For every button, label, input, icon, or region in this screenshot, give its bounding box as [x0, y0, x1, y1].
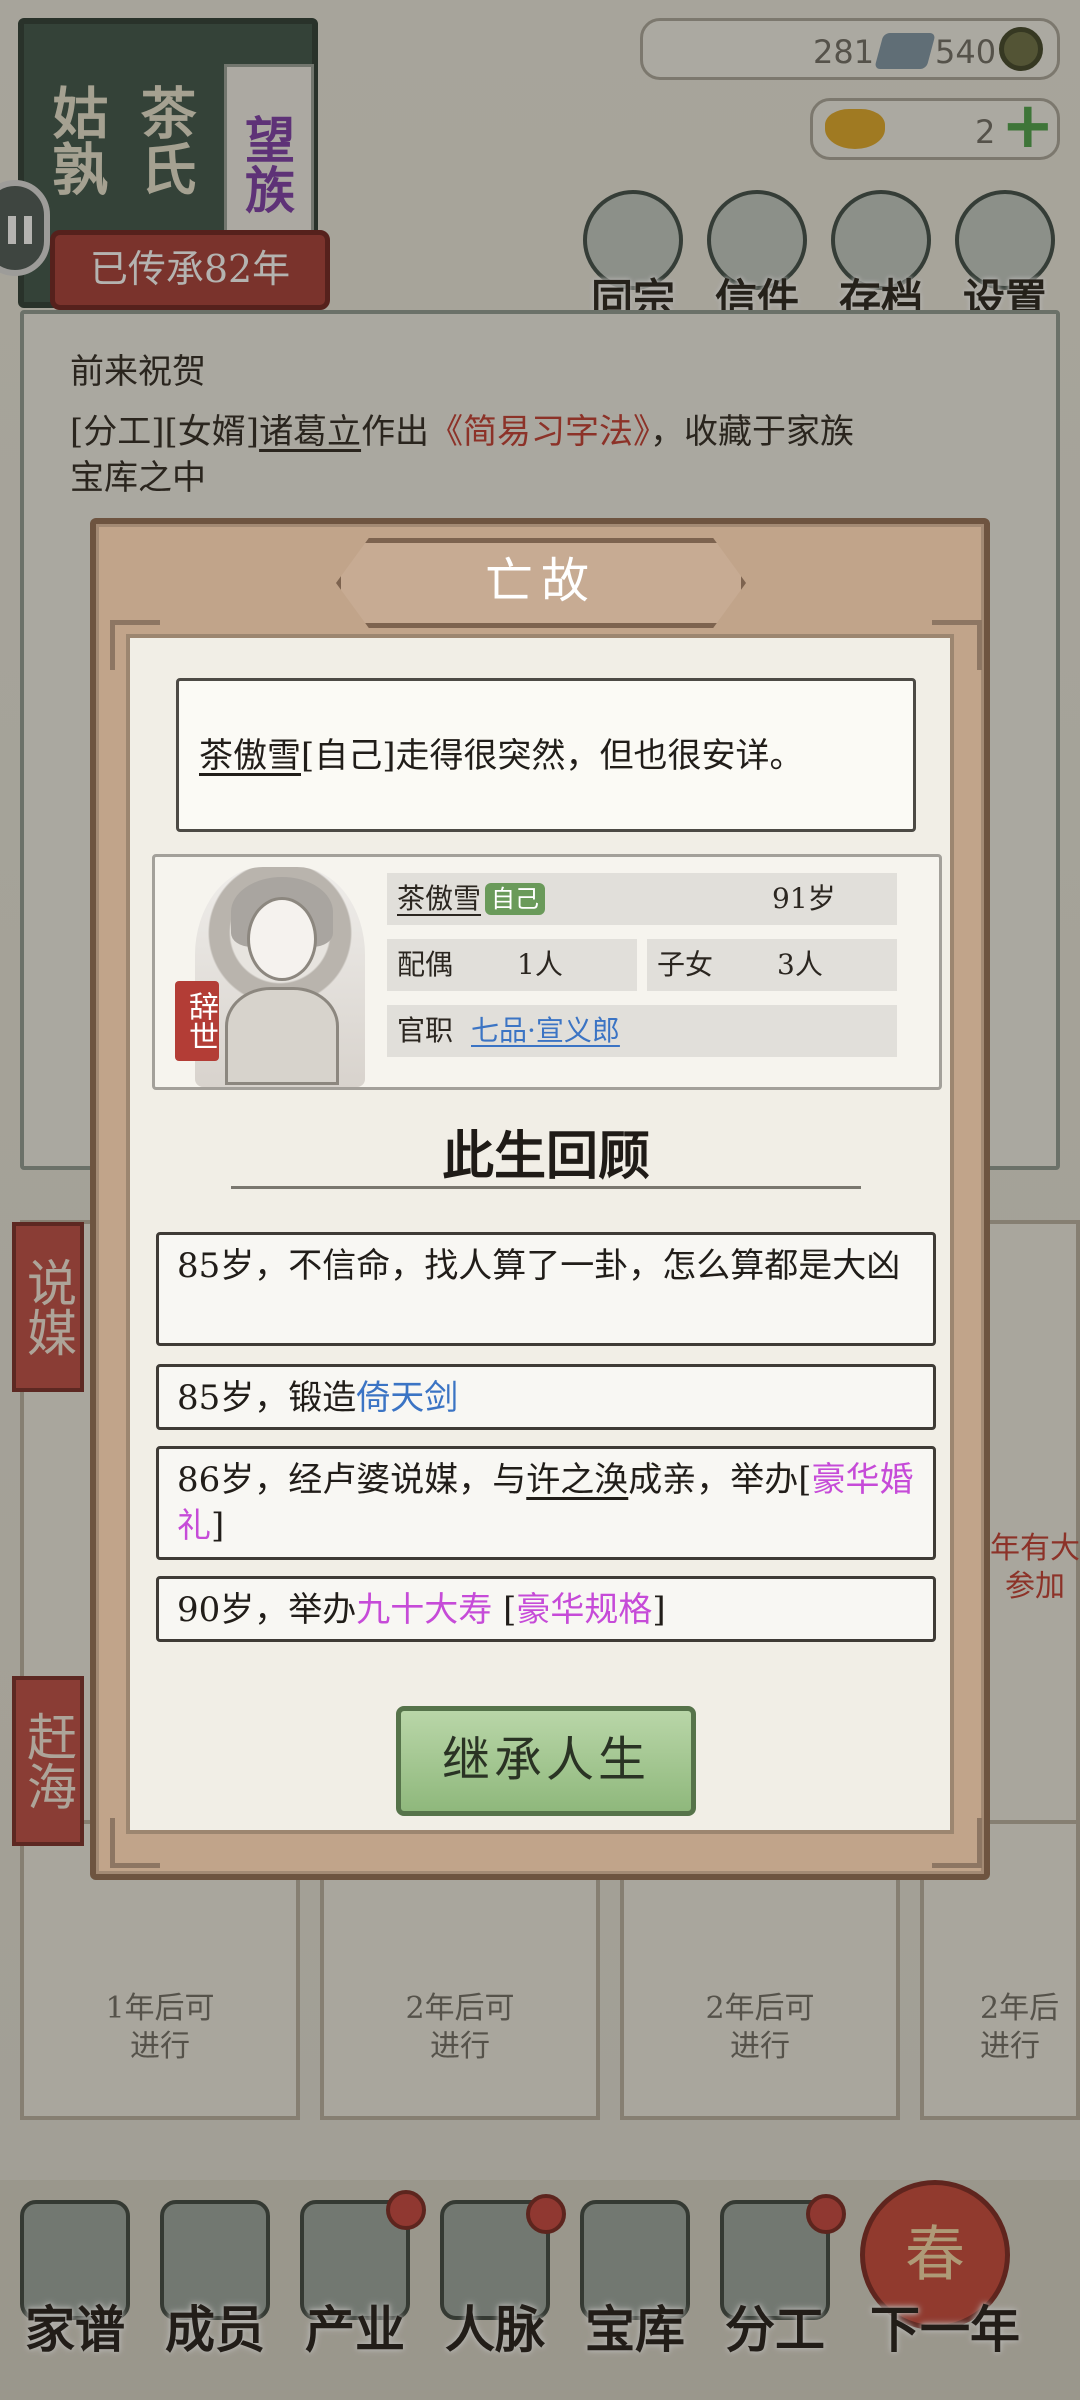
life-event-2: 85岁，锻造倚天剑: [156, 1364, 936, 1430]
profile-age: 91岁: [772, 882, 836, 915]
profile-card: 辞世 茶傲雪 自己 91岁 配偶 1人 子女 3人 官职 七品·宣义郎: [152, 854, 942, 1090]
profile-name[interactable]: 茶傲雪: [397, 873, 481, 925]
corner-ornament-bl: [110, 1818, 160, 1868]
profile-name-row: 茶傲雪 自己 91岁: [387, 873, 897, 925]
inherit-life-button[interactable]: 继承人生: [396, 1706, 696, 1816]
corner-ornament-br: [932, 1818, 982, 1868]
event-4-scale: 豪华规格: [516, 1590, 653, 1630]
event-4-end: ]: [652, 1590, 666, 1630]
death-message-text: [自己]走得很突然，但也很安详。: [301, 736, 804, 776]
dialog-title: 亡故: [484, 553, 597, 609]
event-3-spouse-link[interactable]: 许之涣: [526, 1460, 628, 1500]
deceased-name-link[interactable]: 茶傲雪: [199, 736, 301, 776]
portrait: [195, 867, 365, 1087]
event-4-text: 90岁，举办: [177, 1590, 357, 1630]
event-2-item[interactable]: 倚天剑: [356, 1378, 458, 1418]
event-4-celebration: 九十大寿: [356, 1590, 493, 1630]
life-event-3: 86岁，经卢婆说媒，与许之涣成亲，举办[豪华婚礼]: [156, 1446, 936, 1560]
self-tag: 自己: [485, 883, 545, 915]
life-event-4: 90岁，举办九十大寿 [豪华规格]: [156, 1576, 936, 1642]
corner-ornament-tr: [932, 620, 982, 670]
event-4-mid: [: [492, 1590, 517, 1630]
portrait-face: [247, 897, 317, 981]
children-row: 子女 3人: [647, 939, 897, 991]
death-dialog: 亡故 茶傲雪[自己]走得很突然，但也很安详。 辞世 茶傲雪 自己 91岁 配偶 …: [90, 518, 990, 1880]
deceased-stamp: 辞世: [175, 981, 219, 1061]
event-3-end: ]: [211, 1506, 225, 1546]
children-label: 子女: [657, 948, 714, 981]
spouse-label: 配偶: [397, 948, 454, 981]
death-message: 茶傲雪[自己]走得很突然，但也很安详。: [199, 681, 804, 831]
death-message-box: 茶傲雪[自己]走得很突然，但也很安详。: [176, 678, 916, 832]
event-3-mid: 成亲，举办[: [628, 1460, 812, 1500]
review-divider: [231, 1186, 861, 1206]
office-row: 官职 七品·宣义郎: [387, 1005, 897, 1057]
life-review-title: 此生回顾: [441, 1126, 650, 1187]
office-label: 官职: [397, 1014, 454, 1047]
children-value: 3人: [777, 948, 823, 981]
event-3-text: 86岁，经卢婆说媒，与: [177, 1460, 527, 1500]
event-2-text: 85岁，锻造: [177, 1378, 357, 1418]
spouse-row: 配偶 1人: [387, 939, 637, 991]
corner-ornament-tl: [110, 620, 160, 670]
spouse-value: 1人: [517, 948, 563, 981]
portrait-robe: [225, 987, 339, 1085]
life-event-1: 85岁，不信命，找人算了一卦，怎么算都是大凶: [156, 1232, 936, 1346]
office-link[interactable]: 七品·宣义郎: [471, 1005, 620, 1057]
